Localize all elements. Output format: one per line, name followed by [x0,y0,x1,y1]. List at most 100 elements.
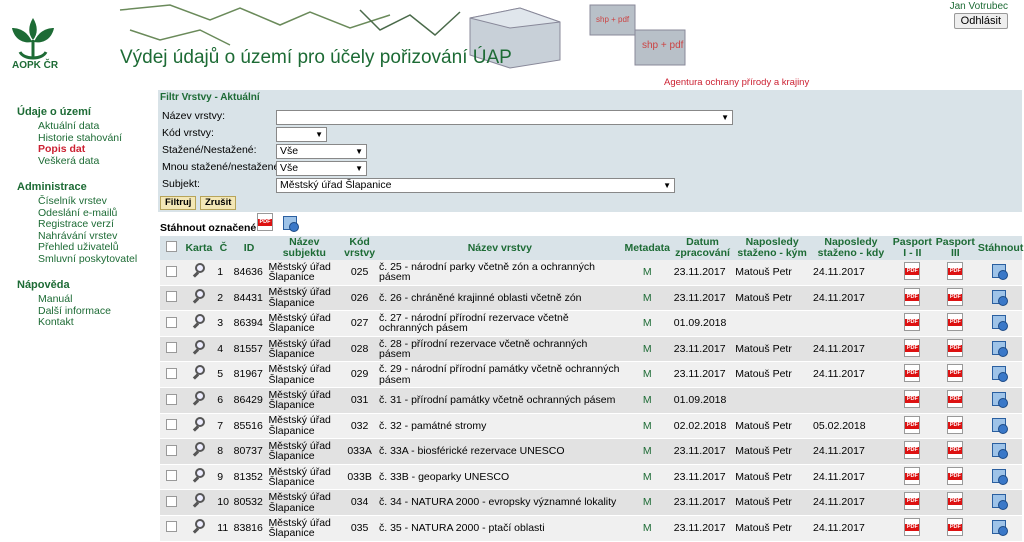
download-cell [976,387,1022,414]
pdf-icon[interactable] [947,415,964,434]
pdf-icon[interactable] [904,313,921,332]
pdf-icon[interactable] [904,492,921,511]
column-header[interactable]: Kód vrstvy [342,236,377,260]
magnifier-icon[interactable] [190,339,208,357]
row-metadata-link[interactable]: M [622,464,672,491]
download-icon[interactable] [990,339,1009,357]
row-checkbox[interactable] [165,342,177,354]
downloaded-select[interactable]: Vše ▼ [276,144,367,159]
layer-name-select[interactable]: ▼ [276,110,733,125]
pdf-icon[interactable] [947,441,964,460]
sidebar-item-all-data[interactable]: Veškerá data [38,155,156,168]
pdf-icon[interactable] [947,338,964,357]
sidebar-item-layer-codes[interactable]: Číselník vrstev [38,195,156,208]
row-metadata-link[interactable]: M [622,489,672,516]
row-checkbox[interactable] [165,495,177,507]
download-icon[interactable] [990,467,1009,485]
row-checkbox[interactable] [165,470,177,482]
sidebar-item-current-data[interactable]: Aktuální data [38,120,156,133]
row-checkbox[interactable] [165,444,177,456]
pdf-icon[interactable] [947,390,964,409]
magnifier-icon[interactable] [190,364,208,382]
pdf-icon[interactable] [947,492,964,511]
pdf-icon[interactable] [947,466,964,485]
sidebar-item-version-registration[interactable]: Registrace verzí [38,218,156,231]
row-checkbox[interactable] [165,419,177,431]
pdf-icon[interactable] [947,313,964,332]
download-icon[interactable] [990,288,1009,306]
pdf-icon[interactable] [947,364,964,383]
layer-code-select[interactable]: ▼ [276,127,327,142]
magnifier-icon[interactable] [190,313,208,331]
column-header[interactable]: ID [231,236,267,260]
download-icon[interactable] [990,492,1009,511]
pdf-icon[interactable] [947,517,964,536]
sidebar-item-data-description[interactable]: Popis dat [38,143,156,156]
pdf-icon[interactable] [904,390,921,409]
pdf-icon[interactable] [257,213,273,231]
magnifier-icon[interactable] [190,467,208,485]
column-header[interactable]: Metadata [622,236,672,260]
magnifier-icon[interactable] [190,416,208,434]
magnifier-icon[interactable] [190,441,208,459]
row-metadata-link[interactable]: M [622,413,672,440]
logout-button[interactable]: Odhlásit [953,13,1008,29]
row-metadata-link[interactable]: M [622,260,672,286]
download-icon[interactable] [990,441,1009,460]
row-checkbox[interactable] [165,291,177,303]
cancel-button[interactable]: Zrušit [200,196,237,210]
download-icon[interactable] [990,262,1009,281]
pdf-icon[interactable] [904,287,921,306]
filter-button[interactable]: Filtruj [160,196,197,210]
pdf-icon[interactable] [904,338,921,357]
column-header[interactable]: Název vrstvy [376,236,623,260]
magnifier-icon[interactable] [190,492,208,510]
pdf-icon[interactable] [947,287,964,306]
row-metadata-link[interactable]: M [622,361,672,388]
column-header[interactable]: Karta [182,236,216,260]
row-checkbox[interactable] [165,316,177,328]
row-checkbox[interactable] [165,265,177,277]
sidebar-item-contact[interactable]: Kontakt [38,316,156,329]
row-checkbox[interactable] [165,521,177,533]
magnifier-icon[interactable] [190,262,208,280]
pdf-icon[interactable] [904,364,921,383]
download-icon[interactable] [281,214,299,232]
download-icon[interactable] [990,313,1009,332]
column-header[interactable]: Stáhnout [976,236,1023,260]
row-metadata-link[interactable]: M [622,438,672,465]
pdf-icon[interactable] [904,415,921,434]
download-icon[interactable] [990,518,1009,536]
row-metadata-link[interactable]: M [622,285,672,312]
magnifier-icon[interactable] [190,518,208,536]
sidebar-item-manual[interactable]: Manuál [38,293,156,306]
row-checkbox[interactable] [165,393,177,405]
row-metadata-link[interactable]: M [622,515,672,542]
sidebar-item-contract-provider[interactable]: Smluvní poskytovatel [38,253,156,266]
column-header[interactable]: Pasport I - II [890,236,934,260]
pdf-icon[interactable] [904,262,921,281]
download-icon[interactable] [990,364,1009,383]
row-metadata-link[interactable]: M [622,387,672,414]
download-icon[interactable] [990,416,1009,434]
row-metadata-link[interactable]: M [622,310,672,337]
row-metadata-link[interactable]: M [622,336,672,363]
pdf-icon[interactable] [904,517,921,536]
column-header[interactable]: Naposledy staženo - kdy [811,236,891,260]
sidebar-item-users-overview[interactable]: Přehled uživatelů [38,241,156,254]
pdf-icon[interactable] [904,441,921,460]
select-all-checkbox[interactable] [165,241,177,252]
magnifier-icon[interactable] [190,288,208,306]
pdf-icon[interactable] [904,466,921,485]
column-header[interactable]: Název subjektu [266,236,343,260]
my-downloaded-select[interactable]: Vše ▼ [276,161,367,176]
magnifier-icon[interactable] [190,390,208,408]
column-header[interactable]: Naposledy staženo - kým [733,236,812,260]
download-icon[interactable] [990,390,1009,409]
pdf-icon[interactable] [947,262,964,281]
column-header[interactable]: Pasport III [933,236,977,260]
column-header[interactable]: Datum zpracování [671,236,734,260]
subject-select[interactable]: Městský úřad Šlapanice ▼ [276,178,675,193]
row-checkbox[interactable] [165,367,177,379]
column-header[interactable]: Č [215,236,232,260]
